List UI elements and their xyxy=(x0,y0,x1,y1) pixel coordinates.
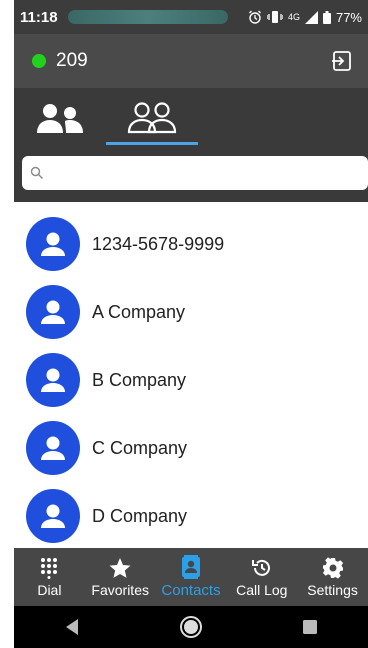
nav-settings-label: Settings xyxy=(307,581,358,598)
battery-percent: 77% xyxy=(335,9,362,25)
people-outline-icon xyxy=(127,102,177,134)
nav-favorites-label: Favorites xyxy=(91,581,149,598)
presence-indicator xyxy=(32,54,46,68)
alarm-icon xyxy=(248,10,261,24)
contact-list: 1234-5678-9999 A Company B Company C Com… xyxy=(14,202,368,548)
nav-contacts-label: Contacts xyxy=(161,582,221,599)
status-notification-blur xyxy=(67,10,228,24)
avatar xyxy=(26,489,80,543)
battery-icon xyxy=(322,10,331,24)
recents-icon[interactable] xyxy=(302,619,318,635)
contact-row[interactable]: C Company xyxy=(14,414,368,482)
contact-name: C Company xyxy=(92,437,188,458)
nav-favorites[interactable]: Favorites xyxy=(85,548,156,606)
status-bar: 11:18 4G 77% xyxy=(14,0,368,34)
search-box[interactable] xyxy=(22,156,368,190)
contact-row[interactable]: D Company xyxy=(14,482,368,548)
contact-tabs xyxy=(14,88,368,148)
system-nav-bar xyxy=(14,606,368,648)
contact-name: 1234-5678-9999 xyxy=(92,233,225,254)
search-bar xyxy=(14,148,368,202)
avatar xyxy=(26,421,80,475)
nav-call-log[interactable]: Call Log xyxy=(226,548,297,606)
contact-row[interactable]: 1234-5678-9999 xyxy=(14,210,368,278)
bottom-nav: Dial Favorites Contacts Call Log Setting… xyxy=(14,548,368,606)
contact-name: A Company xyxy=(92,301,186,322)
dialpad-icon xyxy=(41,557,58,579)
search-icon xyxy=(30,166,43,179)
status-time: 11:18 xyxy=(20,8,58,26)
person-icon xyxy=(41,368,65,392)
person-icon xyxy=(41,436,65,460)
person-icon xyxy=(41,232,65,256)
person-icon xyxy=(41,300,65,324)
app-header: 209 xyxy=(14,34,368,88)
contact-name: B Company xyxy=(92,369,187,390)
contacts-book-icon xyxy=(181,555,200,579)
gear-icon xyxy=(322,556,343,579)
nav-settings[interactable]: Settings xyxy=(297,548,368,606)
logout-icon[interactable] xyxy=(330,49,354,73)
nav-dial[interactable]: Dial xyxy=(14,548,85,606)
network-type: 4G xyxy=(287,12,300,22)
nav-contacts[interactable]: Contacts xyxy=(156,548,227,606)
contact-name: D Company xyxy=(92,505,188,526)
status-icons: 4G 77% xyxy=(248,10,362,25)
person-icon xyxy=(41,504,65,528)
star-icon xyxy=(109,557,131,578)
home-icon[interactable] xyxy=(179,615,203,639)
history-icon xyxy=(251,559,270,576)
contact-row[interactable]: A Company xyxy=(14,278,368,346)
extension-number: 209 xyxy=(56,50,88,71)
people-filled-icon xyxy=(37,104,83,133)
back-icon[interactable] xyxy=(64,618,80,636)
signal-icon xyxy=(304,10,318,24)
avatar xyxy=(26,217,80,271)
vibrate-icon xyxy=(266,11,283,23)
phone-screen: 11:18 4G 77% 209 1234-5678-9999 A Compan… xyxy=(14,0,368,648)
tab-favorite-contacts[interactable] xyxy=(14,88,106,148)
nav-dial-label: Dial xyxy=(37,581,62,598)
avatar xyxy=(26,285,80,339)
search-input[interactable] xyxy=(50,164,350,182)
nav-call-log-label: Call Log xyxy=(236,581,288,598)
tab-all-contacts[interactable] xyxy=(106,88,198,148)
avatar xyxy=(26,353,80,407)
contact-row[interactable]: B Company xyxy=(14,346,368,414)
